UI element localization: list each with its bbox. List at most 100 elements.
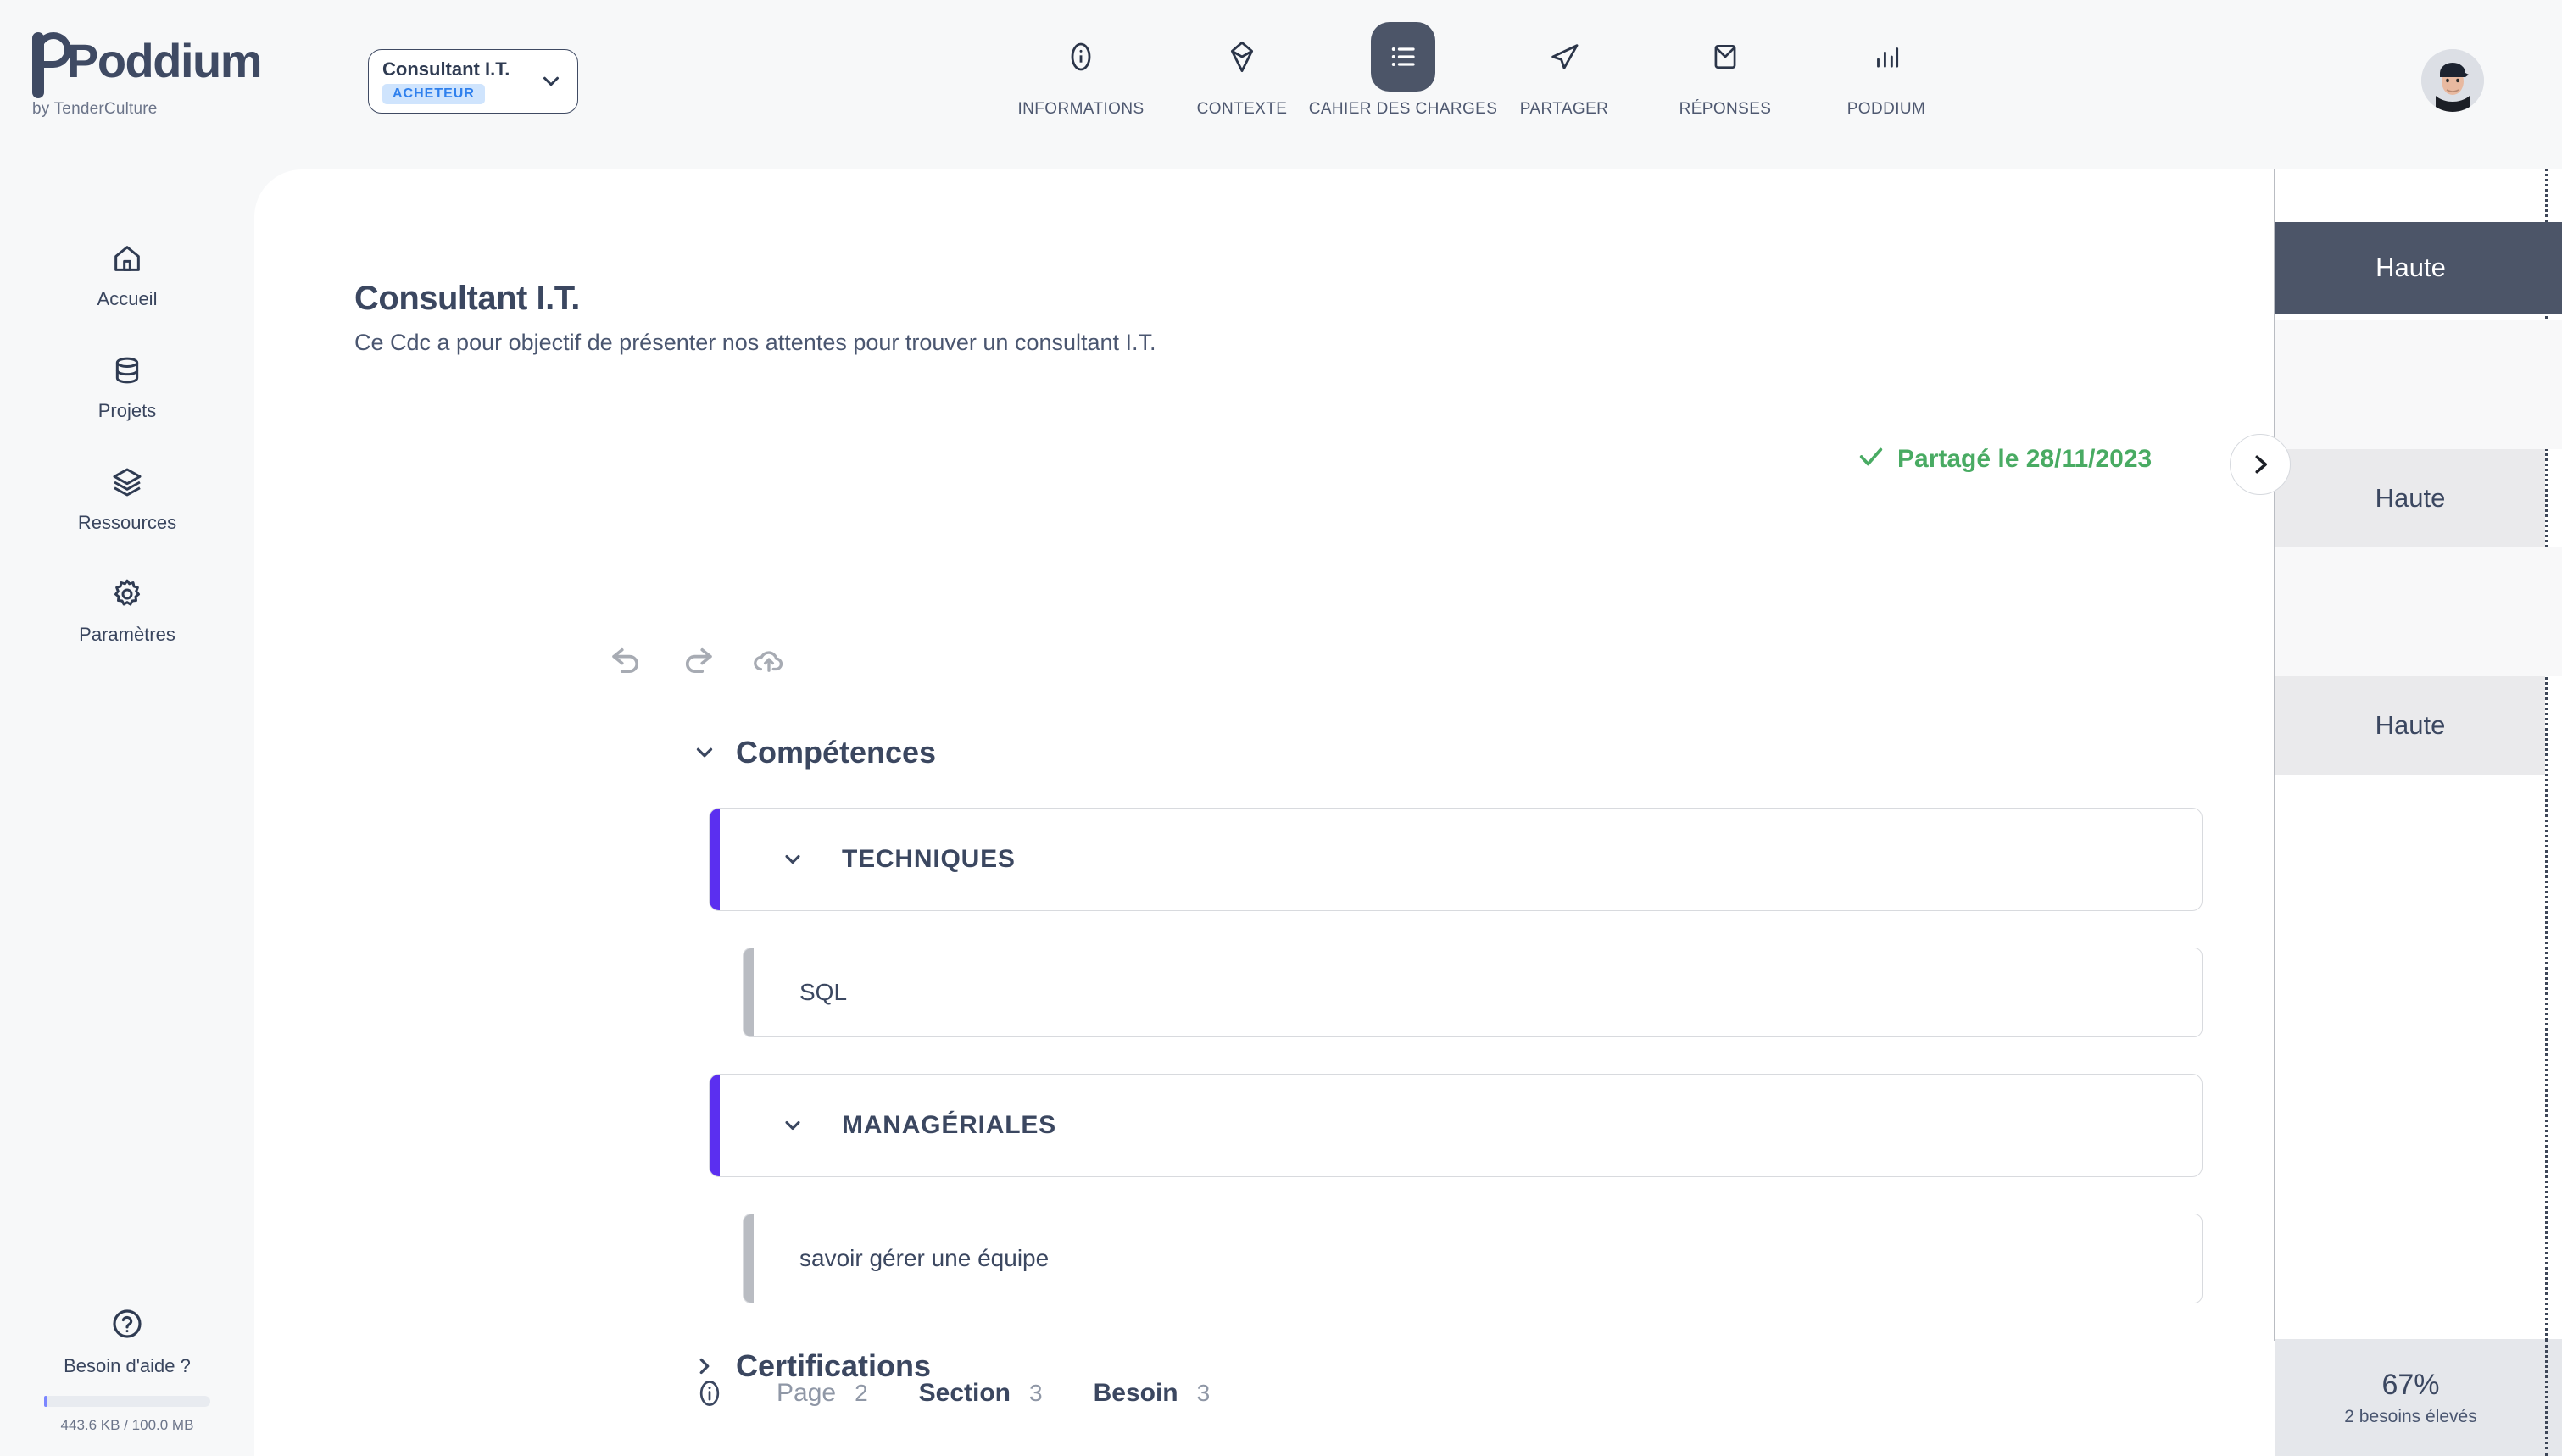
matrix-header: Haute Basse bbox=[2275, 222, 2562, 314]
brand-name: Poddium bbox=[66, 34, 263, 87]
sidebar-label-projets: Projets bbox=[97, 400, 157, 421]
avatar[interactable] bbox=[2421, 49, 2484, 112]
matrix-band-section-1 bbox=[2275, 320, 2562, 449]
nav-label-contexte: CONTEXTE bbox=[1196, 100, 1288, 118]
sidebar-label-parametres: Paramètres bbox=[79, 624, 175, 645]
send-icon bbox=[1532, 22, 1596, 92]
matrix-summary-basse: 33% 1 besoins faibles bbox=[2546, 1339, 2562, 1456]
role-badge: ACHETEUR bbox=[382, 84, 485, 104]
info-icon bbox=[1049, 22, 1113, 92]
section-card-manageriales[interactable]: MANAGÉRIALES bbox=[709, 1074, 2203, 1177]
sidebar-item-parametres[interactable]: Paramètres bbox=[0, 573, 254, 646]
footer-stat-besoin: Besoin 3 bbox=[1094, 1379, 1211, 1408]
footer-value-section: 3 bbox=[1029, 1380, 1043, 1406]
section-accent-bar bbox=[710, 809, 720, 910]
page-title: Consultant I.T. bbox=[354, 280, 580, 317]
matrix-summary: 67% 2 besoins élevés 33% 1 besoins faibl… bbox=[2275, 1339, 2562, 1456]
help-label[interactable]: Besoin d'aide ? bbox=[64, 1355, 191, 1377]
box-icon bbox=[1210, 22, 1274, 92]
layers-icon bbox=[110, 461, 144, 503]
nav-item-cahier-des-charges[interactable]: CAHIER DES CHARGES bbox=[1309, 22, 1497, 119]
main-panel: Consultant I.T. Ce Cdc a pour objectif d… bbox=[254, 169, 2562, 1456]
check-icon bbox=[1857, 442, 1885, 475]
nav-label-poddium: PODDIUM bbox=[1846, 100, 1926, 118]
chevron-down-icon[interactable] bbox=[692, 740, 717, 765]
storage-usage-text: 443.6 KB / 100.0 MB bbox=[60, 1417, 194, 1433]
top-bar: Poddium by TenderCulture Consultant I.T.… bbox=[0, 0, 2562, 169]
project-selector-title: Consultant I.T. bbox=[382, 58, 510, 80]
sidebar-label-accueil: Accueil bbox=[97, 288, 158, 309]
summary-percent-haute: 67% bbox=[2381, 1368, 2440, 1401]
section-label-techniques: TECHNIQUES bbox=[842, 845, 1016, 873]
nav-label-reponses: RÉPONSES bbox=[1679, 100, 1772, 118]
storage-progress-fill bbox=[44, 1396, 47, 1407]
list-icon bbox=[1371, 22, 1435, 92]
info-icon[interactable] bbox=[693, 1377, 726, 1409]
logo-p-icon bbox=[32, 32, 71, 98]
gear-icon bbox=[110, 573, 144, 615]
matrix-summary-divider bbox=[2545, 1339, 2548, 1456]
main-navigation: INFORMATIONS CONTEXTE CAHIER DES CHARGES… bbox=[1000, 22, 1967, 119]
matrix-header-basse: Basse bbox=[2546, 222, 2562, 314]
chevron-down-icon[interactable] bbox=[781, 847, 805, 871]
chart-icon bbox=[1854, 22, 1919, 92]
priority-matrix: Haute Basse Haute Haute 67% 2 besoins él… bbox=[2274, 169, 2562, 1456]
nav-item-contexte[interactable]: CONTEXTE bbox=[1161, 22, 1323, 119]
footer-label-page: Page bbox=[777, 1379, 837, 1407]
sidebar-item-ressources[interactable]: Ressources bbox=[0, 461, 254, 534]
cloud-upload-icon[interactable] bbox=[751, 642, 787, 678]
mail-icon bbox=[1693, 22, 1757, 92]
requirements-tree: Compétences TECHNIQUES SQL MANAGÉRIALES … bbox=[254, 712, 2272, 1407]
footer-stat-page: Page 2 bbox=[777, 1379, 868, 1408]
matrix-header-haute: Haute bbox=[2375, 253, 2446, 282]
summary-caption-haute: 2 besoins élevés bbox=[2344, 1406, 2477, 1426]
project-selector[interactable]: Consultant I.T. ACHETEUR bbox=[368, 49, 578, 114]
nav-label-cahier-des-charges: CAHIER DES CHARGES bbox=[1308, 100, 1498, 118]
matrix-band-section-2 bbox=[2275, 547, 2562, 676]
footer-label-besoin: Besoin bbox=[1093, 1379, 1178, 1407]
item-row-sql: SQL bbox=[254, 925, 2272, 1059]
item-label-savoir-gerer-une-equipe: savoir gérer une équipe bbox=[799, 1245, 1050, 1271]
app-root: Poddium by TenderCulture Consultant I.T.… bbox=[0, 0, 2562, 1456]
sidebar-item-projets[interactable]: Projets bbox=[0, 349, 254, 422]
home-icon bbox=[110, 237, 144, 280]
help-circle-icon[interactable] bbox=[110, 1303, 144, 1345]
nav-item-partager[interactable]: PARTAGER bbox=[1484, 22, 1645, 119]
help-block: Besoin d'aide ? 443.6 KB / 100.0 MB bbox=[0, 1303, 254, 1434]
nav-item-reponses[interactable]: RÉPONSES bbox=[1645, 22, 1806, 119]
item-label-sql: SQL bbox=[799, 979, 848, 1005]
section-card-techniques[interactable]: TECHNIQUES bbox=[709, 808, 2203, 911]
document-header: Consultant I.T. Ce Cdc a pour objectif d… bbox=[354, 280, 1156, 356]
chevron-down-icon[interactable] bbox=[538, 69, 564, 94]
footer-stats: Page 2 Section 3 Besoin 3 bbox=[254, 1331, 2274, 1456]
section-label-manageriales: MANAGÉRIALES bbox=[842, 1111, 1056, 1139]
nav-item-poddium[interactable]: PODDIUM bbox=[1806, 22, 1967, 119]
next-page-button[interactable] bbox=[2230, 434, 2291, 495]
item-card-sql[interactable]: SQL bbox=[743, 948, 2203, 1037]
matrix-cell-haute-equipe[interactable]: Haute bbox=[2275, 676, 2545, 775]
item-accent-bar bbox=[744, 1214, 754, 1303]
chevron-down-icon[interactable] bbox=[781, 1114, 805, 1137]
section-accent-bar bbox=[710, 1075, 720, 1176]
project-selector-texts: Consultant I.T. ACHETEUR bbox=[382, 58, 538, 104]
edit-toolbar bbox=[609, 642, 787, 678]
sidebar-item-accueil[interactable]: Accueil bbox=[0, 237, 254, 310]
group-title-competences: Compétences bbox=[736, 735, 937, 770]
matrix-summary-haute: 67% 2 besoins élevés bbox=[2275, 1339, 2546, 1456]
nav-item-informations[interactable]: INFORMATIONS bbox=[1000, 22, 1161, 119]
sidebar: Accueil Projets Ressources Paramètres Be… bbox=[0, 169, 254, 1456]
nav-label-partager: PARTAGER bbox=[1519, 100, 1609, 118]
storage-progress-bar bbox=[44, 1396, 210, 1407]
sidebar-nav: Accueil Projets Ressources Paramètres bbox=[0, 169, 254, 646]
item-card-savoir-gerer-une-equipe[interactable]: savoir gérer une équipe bbox=[743, 1214, 2203, 1303]
undo-icon[interactable] bbox=[609, 642, 644, 678]
footer-value-besoin: 3 bbox=[1196, 1380, 1211, 1406]
share-status-text: Partagé le 28/11/2023 bbox=[1897, 444, 2153, 473]
group-competences[interactable]: Compétences bbox=[254, 712, 2272, 793]
brand-logo[interactable]: Poddium by TenderCulture bbox=[32, 32, 263, 119]
section-row-manageriales: MANAGÉRIALES bbox=[254, 1059, 2272, 1192]
matrix-cell-haute-sql[interactable]: Haute bbox=[2275, 449, 2545, 547]
redo-icon[interactable] bbox=[680, 642, 716, 678]
footer-label-section: Section bbox=[918, 1379, 1011, 1407]
footer-value-page: 2 bbox=[855, 1380, 868, 1406]
